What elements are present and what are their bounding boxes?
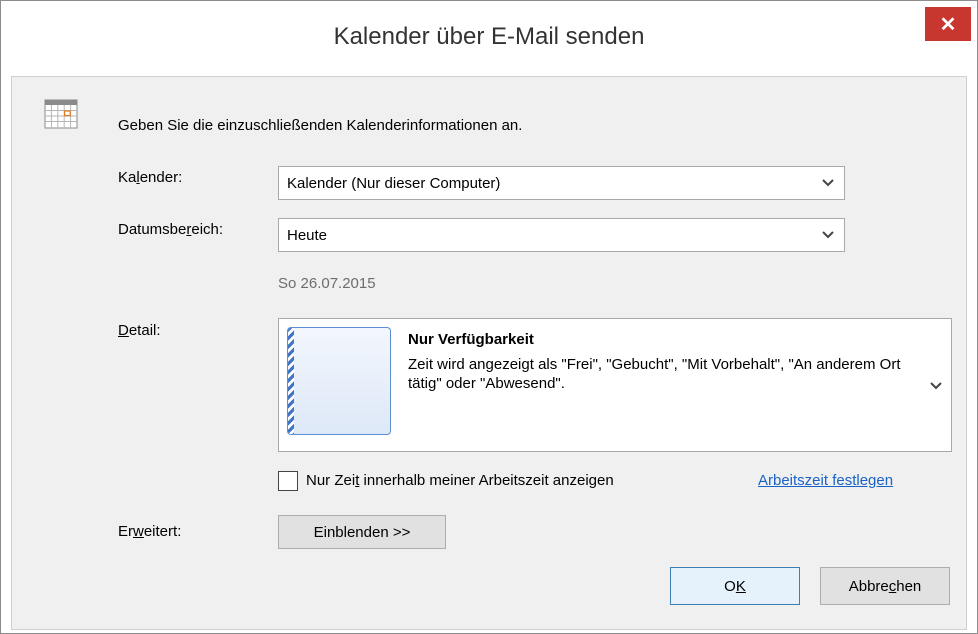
worktime-checkbox[interactable] [278,471,298,491]
worktime-checkbox-label[interactable]: Nur Zeit innerhalb meiner Arbeitszeit an… [306,472,614,489]
calendar-icon [44,99,78,134]
daterange-select-value: Heute [287,227,328,244]
close-icon: ✕ [939,13,957,36]
date-note: So 26.07.2015 [278,275,376,292]
detail-select[interactable]: Nur Verfügbarkeit Zeit wird angezeigt al… [278,318,952,452]
cancel-button[interactable]: Abbre c hen [820,567,950,605]
dialog-window: Kalender über E-Mail senden ✕ Geben Sie … [0,0,978,634]
close-button[interactable]: ✕ [925,7,971,41]
calendar-select-value: Kalender (Nur dieser Computer) [287,175,501,192]
detail-title: Nur Verfügbarkeit [408,331,534,348]
detail-description: Zeit wird angezeigt als "Frei", "Gebucht… [408,356,901,392]
chevron-down-icon [822,226,834,245]
advanced-label: Erweitert: [118,523,182,540]
document-icon [287,327,391,435]
calendar-label: Kalender: [118,169,183,186]
detail-label: Detail: [118,322,161,339]
dialog-title: Kalender über E-Mail senden [333,23,645,50]
show-advanced-button[interactable]: Einblenden >> [278,515,446,549]
dialog-body: Geben Sie die einzuschließenden Kalender… [11,76,967,630]
instruction-text: Geben Sie die einzuschließenden Kalender… [118,117,523,134]
daterange-label: Datumsbereich: [118,221,224,238]
set-worktime-link[interactable]: Arbeitszeit festlegen [758,472,893,489]
chevron-down-icon [930,377,942,396]
chevron-down-icon [822,174,834,193]
ok-button[interactable]: OK [670,567,800,605]
calendar-select[interactable]: Kalender (Nur dieser Computer) [278,166,845,200]
daterange-select[interactable]: Heute [278,218,845,252]
title-bar: Kalender über E-Mail senden ✕ [1,1,977,77]
